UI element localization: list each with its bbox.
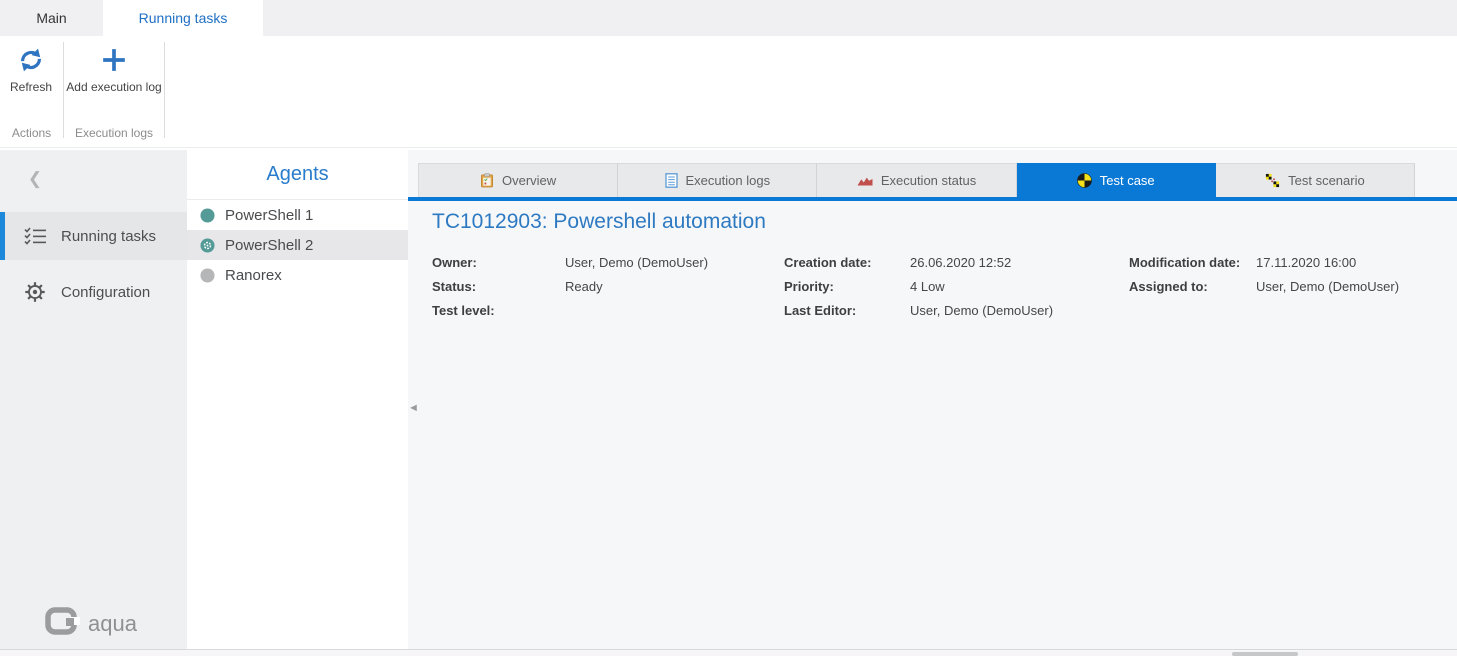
field-label: Test level:: [432, 303, 565, 318]
clipboard-icon: [480, 173, 494, 188]
field-label: Creation date:: [784, 255, 910, 270]
content-area: Overview Execution logs Execution s: [408, 150, 1457, 649]
test-case-title: TC1012903: Powershell automation: [432, 210, 766, 234]
sidebar-item-configuration[interactable]: Configuration: [0, 268, 187, 316]
agent-name: Ranorex: [225, 267, 282, 284]
agents-panel-title: Agents: [187, 150, 408, 200]
tab-execution-status[interactable]: Execution status: [817, 163, 1016, 197]
ribbon-separator: [164, 42, 165, 138]
tab-label: Execution status: [881, 173, 976, 188]
agent-name: PowerShell 2: [225, 237, 313, 254]
refresh-icon: [17, 40, 45, 80]
field-label: Modification date:: [1129, 255, 1256, 270]
tab-overview[interactable]: Overview: [418, 163, 618, 197]
ribbon-tab-main[interactable]: Main: [0, 0, 103, 36]
gear-icon: [23, 281, 47, 303]
sidebar-item-running-tasks[interactable]: Running tasks: [0, 212, 187, 260]
tab-test-scenario[interactable]: Test scenario: [1216, 163, 1415, 197]
active-tab-underline: [408, 197, 1457, 201]
aqua-logo-icon: [44, 606, 80, 641]
horizontal-scrollbar-thumb[interactable]: [1232, 652, 1298, 656]
sidebar-item-label: Configuration: [61, 284, 150, 301]
add-execution-log-button[interactable]: Add execution log: [66, 40, 162, 95]
field-value: User, Demo (DemoUser): [1256, 279, 1399, 294]
agents-panel: Agents PowerShell 1 PowerShell 2 Ranorex: [187, 150, 408, 649]
test-case-icon: [1077, 173, 1092, 188]
ribbon-separator: [63, 42, 64, 138]
aqua-app-window: Main Running tasks Refresh Add: [0, 0, 1457, 656]
tab-execution-logs[interactable]: Execution logs: [618, 163, 817, 197]
tab-test-case[interactable]: Test case: [1017, 163, 1216, 197]
field-value: User, Demo (DemoUser): [565, 255, 708, 270]
aqua-logo-text: aqua: [88, 611, 137, 637]
sidebar: ❮ Running tasks: [0, 150, 187, 649]
add-execution-log-label: Add execution log: [66, 80, 161, 95]
ribbon-toolbar: Refresh Add execution log Actions Execut…: [0, 36, 1457, 148]
ribbon-group-actions-label: Actions: [0, 126, 63, 140]
document-icon: [665, 173, 678, 188]
tab-label: Test scenario: [1288, 173, 1365, 188]
details-column-3: Modification date: 17.11.2020 16:00 Assi…: [1129, 250, 1399, 298]
agent-busy-status-icon: [200, 238, 215, 253]
chevron-left-icon[interactable]: ❮: [22, 166, 48, 192]
agent-row-powershell-1[interactable]: PowerShell 1: [187, 200, 408, 230]
field-label: Owner:: [432, 255, 565, 270]
plus-icon: [101, 40, 127, 80]
agent-online-status-icon: [200, 208, 215, 223]
agent-row-powershell-2[interactable]: PowerShell 2: [187, 230, 408, 260]
refresh-button[interactable]: Refresh: [2, 40, 60, 95]
sidebar-item-label: Running tasks: [61, 228, 156, 245]
test-scenario-icon: [1265, 173, 1280, 188]
refresh-button-label: Refresh: [10, 80, 52, 95]
field-label: Assigned to:: [1129, 279, 1256, 294]
status-bar: [0, 649, 1457, 656]
tab-label: Execution logs: [686, 173, 771, 188]
details-column-1: Owner: User, Demo (DemoUser) Status: Rea…: [432, 250, 708, 322]
details-column-2: Creation date: 26.06.2020 12:52 Priority…: [784, 250, 1053, 322]
agent-name: PowerShell 1: [225, 207, 313, 224]
field-label: Priority:: [784, 279, 910, 294]
field-label: Last Editor:: [784, 303, 910, 318]
tab-label: Overview: [502, 173, 556, 188]
field-value: 26.06.2020 12:52: [910, 255, 1053, 270]
field-value: Ready: [565, 279, 708, 294]
panel-collapse-arrow[interactable]: ◄: [408, 398, 420, 418]
aqua-logo: aqua: [44, 606, 137, 641]
field-value: 4 Low: [910, 279, 1053, 294]
agent-offline-status-icon: [200, 268, 215, 283]
ribbon-tab-running-tasks[interactable]: Running tasks: [103, 0, 263, 36]
field-value: User, Demo (DemoUser): [910, 303, 1053, 318]
field-label: Status:: [432, 279, 565, 294]
ribbon-group-execution-logs-label: Execution logs: [64, 126, 164, 140]
detail-tab-strip: Overview Execution logs Execution s: [418, 163, 1415, 197]
status-chart-icon: [857, 175, 873, 187]
agent-row-ranorex[interactable]: Ranorex: [187, 260, 408, 290]
ribbon-tab-bar: Main Running tasks: [0, 0, 1457, 36]
tab-label: Test case: [1100, 173, 1155, 188]
task-list-icon: [23, 227, 47, 245]
field-value: 17.11.2020 16:00: [1256, 255, 1399, 270]
